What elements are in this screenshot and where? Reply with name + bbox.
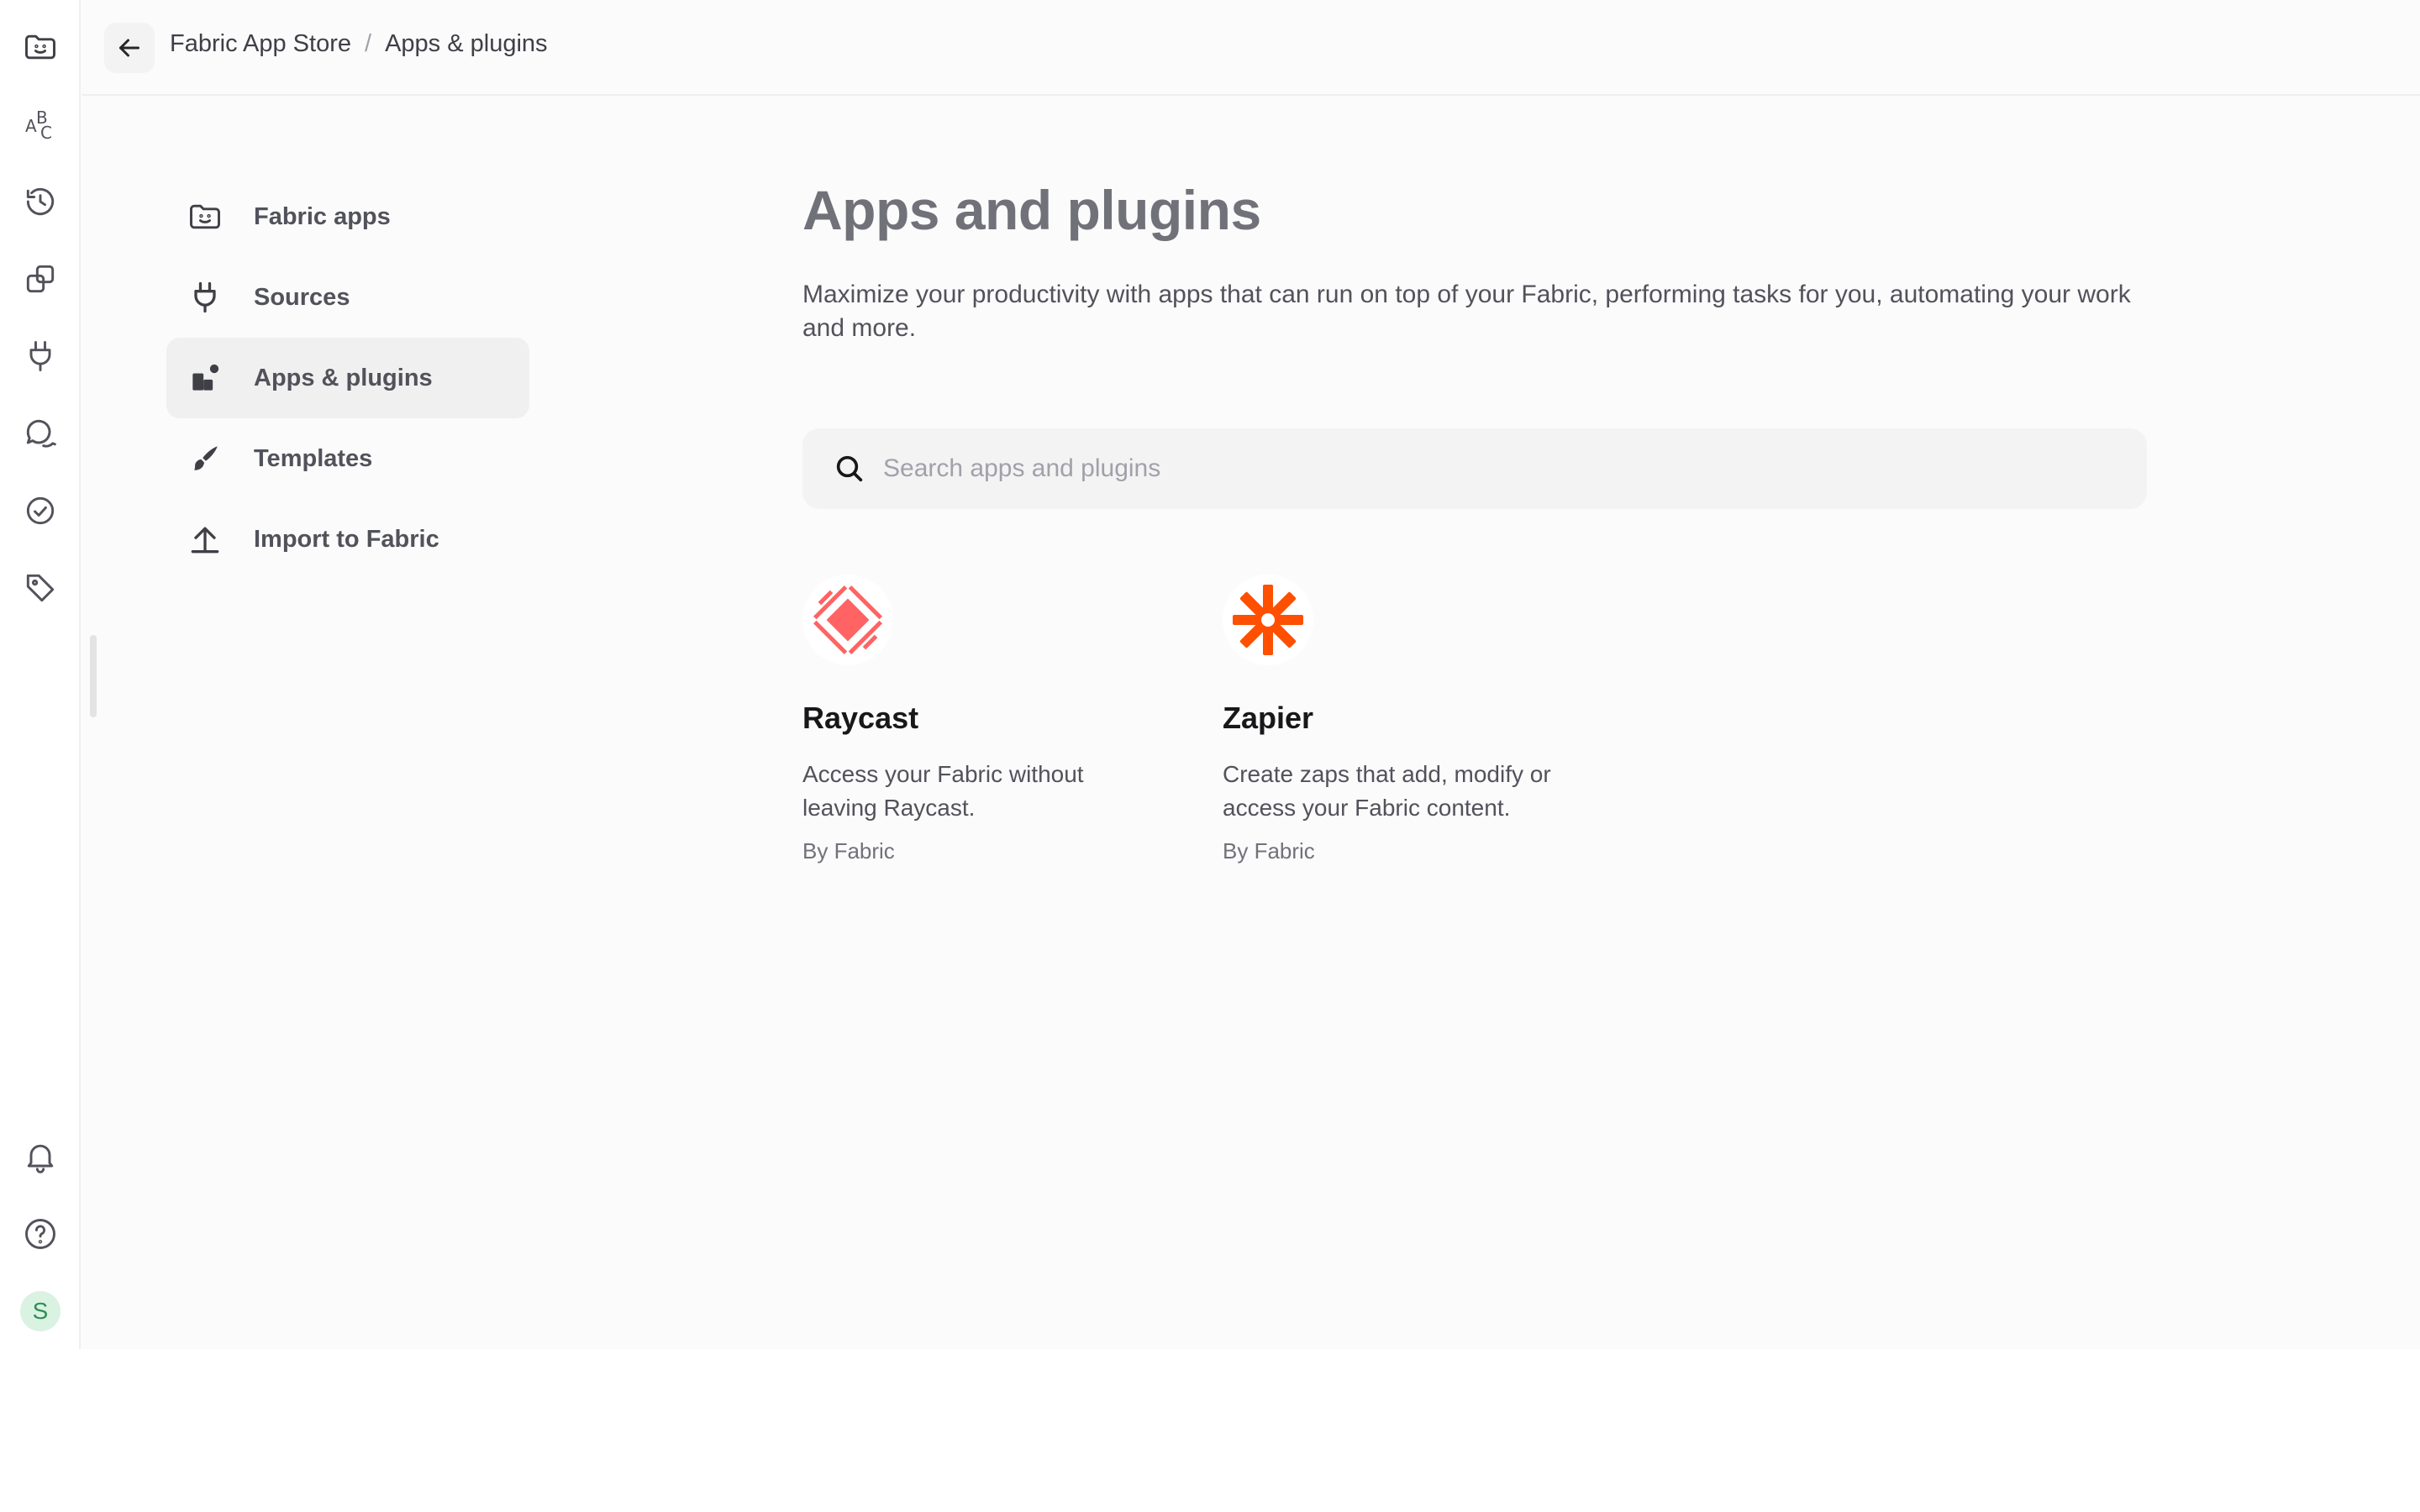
arrow-left-icon bbox=[119, 39, 139, 57]
brush-icon bbox=[187, 440, 224, 477]
nav-item-sources[interactable]: Sources bbox=[166, 257, 529, 338]
back-button[interactable] bbox=[104, 23, 155, 73]
breadcrumb-separator: / bbox=[365, 30, 372, 57]
breadcrumb-root[interactable]: Fabric App Store bbox=[170, 30, 351, 58]
store-nav: Fabric apps Sources Apps & plugins Templ… bbox=[166, 176, 529, 580]
app-author: By Fabric bbox=[1223, 838, 1315, 864]
search-input[interactable] bbox=[883, 444, 2147, 494]
app-cards: Raycast Access your Fabric without leavi… bbox=[802, 575, 2147, 927]
history-icon[interactable] bbox=[18, 180, 62, 223]
nav-item-fabric-apps[interactable]: Fabric apps bbox=[166, 176, 529, 257]
apps-icon bbox=[187, 360, 224, 396]
fabric-face-icon bbox=[187, 198, 224, 235]
raycast-logo-icon bbox=[802, 575, 893, 665]
page-title: Apps and plugins bbox=[802, 179, 1261, 241]
fabric-home-icon[interactable] bbox=[18, 25, 62, 69]
nav-label: Fabric apps bbox=[254, 202, 391, 230]
search-icon bbox=[836, 455, 863, 482]
abc-icon[interactable]: A B C bbox=[18, 102, 62, 146]
plug-icon[interactable] bbox=[18, 334, 62, 378]
app-card-raycast[interactable]: Raycast Access your Fabric without leavi… bbox=[802, 575, 1155, 864]
resize-handle[interactable] bbox=[90, 635, 97, 717]
nav-label: Templates bbox=[254, 444, 373, 472]
nav-item-apps-plugins[interactable]: Apps & plugins bbox=[166, 338, 529, 418]
user-avatar[interactable]: S bbox=[18, 1289, 62, 1333]
avatar-initial: S bbox=[20, 1291, 60, 1331]
check-circle-icon[interactable] bbox=[18, 489, 62, 533]
left-rail: A B C S bbox=[0, 0, 81, 1349]
bell-icon[interactable] bbox=[18, 1135, 62, 1179]
page-description: Maximize your productivity with apps tha… bbox=[802, 280, 2131, 342]
help-icon[interactable] bbox=[18, 1212, 62, 1256]
tag-icon[interactable] bbox=[18, 566, 62, 610]
app-name: Raycast bbox=[802, 701, 919, 735]
nav-item-templates[interactable]: Templates bbox=[166, 418, 529, 499]
app-window: A B C S Fabric App Store / Apps & plugin… bbox=[0, 0, 2420, 1349]
app-card-zapier[interactable]: Zapier Create zaps that add, modify or a… bbox=[1223, 575, 1576, 864]
nav-label: Apps & plugins bbox=[254, 364, 433, 391]
zapier-logo-icon bbox=[1223, 575, 1313, 665]
nav-label: Import to Fabric bbox=[254, 525, 439, 553]
nav-item-import[interactable]: Import to Fabric bbox=[166, 499, 529, 580]
copy-icon[interactable] bbox=[18, 257, 62, 301]
app-author: By Fabric bbox=[802, 838, 895, 864]
breadcrumb: Fabric App Store / Apps & plugins bbox=[170, 30, 548, 58]
upload-icon bbox=[187, 521, 224, 558]
plug-icon bbox=[187, 279, 224, 316]
top-bar: Fabric App Store / Apps & plugins bbox=[82, 0, 2420, 96]
chat-icon[interactable] bbox=[18, 412, 62, 455]
nav-label: Sources bbox=[254, 283, 350, 311]
app-name: Zapier bbox=[1223, 701, 1314, 735]
app-description: Create zaps that add, modify or access y… bbox=[1223, 761, 1551, 821]
app-description: Access your Fabric without leaving Rayca… bbox=[802, 761, 1084, 821]
main-content: Apps and plugins Maximize your productiv… bbox=[802, 179, 2147, 864]
breadcrumb-current: Apps & plugins bbox=[385, 30, 548, 57]
search-bar[interactable] bbox=[802, 428, 2147, 509]
